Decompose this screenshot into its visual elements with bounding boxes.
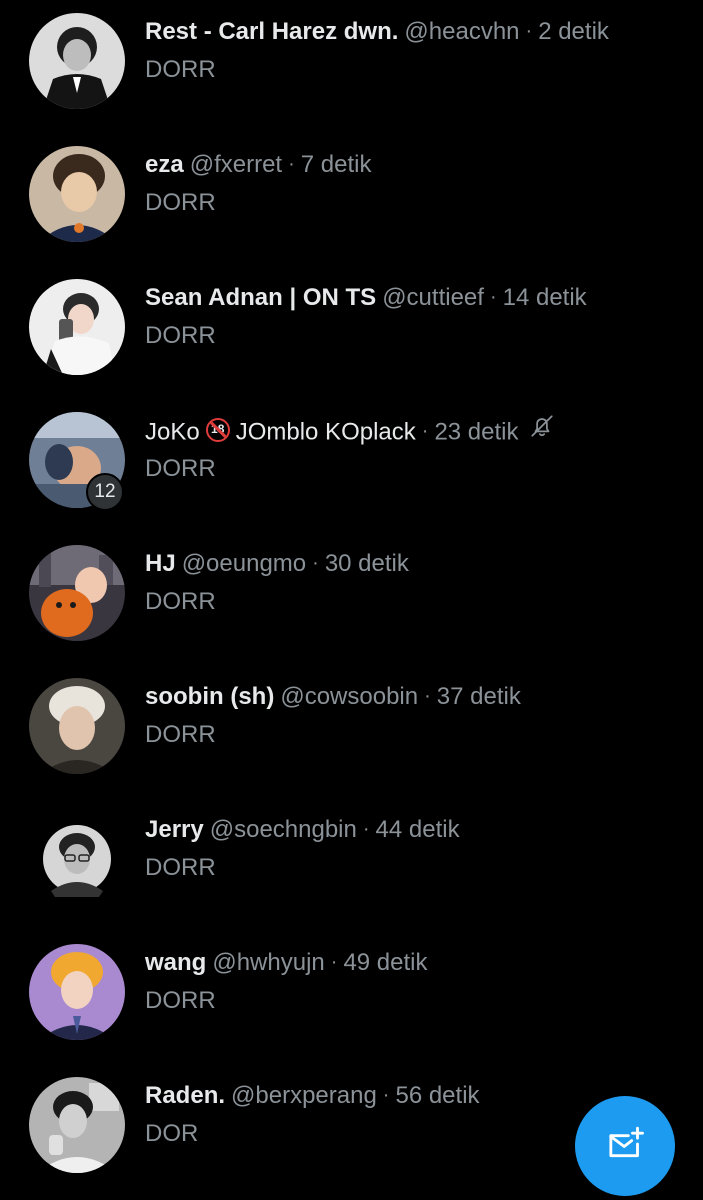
conversation-name: Jerry	[145, 816, 204, 843]
compose-message-button[interactable]	[575, 1096, 675, 1196]
conversation-time: 7 detik	[300, 151, 372, 178]
last-message: DORR	[145, 322, 216, 349]
conversation-row[interactable]: HJ @oeungmo · 30 detik DORR	[0, 532, 703, 665]
conversation-row[interactable]: Jerry @soechngbin · 44 detik DORR	[0, 798, 703, 931]
last-message: DORR	[145, 455, 216, 482]
avatar[interactable]	[29, 811, 125, 907]
group-name-suffix: JOmblo KOplack	[235, 418, 416, 446]
avatar[interactable]	[29, 146, 125, 242]
conversation-row-group[interactable]: JoKo 18 JOmblo KOplack · 23 detik DORR	[0, 399, 703, 532]
conversation-time: 37 detik	[436, 683, 521, 710]
conversation-handle: @cowsoobin	[280, 683, 419, 710]
member-count-badge: 12	[86, 473, 124, 511]
conversation-time: 49 detik	[343, 949, 428, 976]
last-message: DORR	[145, 987, 216, 1014]
avatar[interactable]	[29, 944, 125, 1040]
conversation-row[interactable]: Rest - Carl Harez dwn. @heacvhn · 2 detik D…	[0, 0, 703, 133]
conversation-time: 56 detik	[395, 1082, 480, 1109]
conversation-handle: @fxerret	[189, 151, 283, 178]
conversation-row[interactable]: Sean Adnan | ON TS @cuttieef · 14 detik DOR…	[0, 266, 703, 399]
conversation-name: eza	[145, 151, 184, 178]
bell-off-icon	[529, 413, 555, 447]
conversation-name: Rest - Carl Harez dwn.	[145, 18, 399, 45]
conversation-row[interactable]: eza @fxerret · 7 detik DORR	[0, 133, 703, 266]
separator-dot: ·	[421, 420, 429, 443]
conversation-handle: @berxperang	[231, 1082, 377, 1109]
avatar[interactable]	[29, 13, 125, 109]
conversation-handle: @oeungmo	[181, 550, 307, 577]
conversation-row[interactable]: wang @hwhyujn · 49 detik DORR	[0, 931, 703, 1064]
conversation-name: wang	[145, 949, 207, 976]
conversation-name: soobin (sh)	[145, 683, 275, 710]
last-message: DORR	[145, 189, 216, 216]
last-message: DOR	[145, 1120, 199, 1147]
avatar[interactable]	[29, 279, 125, 375]
conversation-handle: @cuttieef	[382, 284, 484, 311]
conversation-time: 14 detik	[502, 284, 587, 311]
conversation-handle: @soechngbin	[209, 816, 357, 843]
separator-dot: ·	[312, 552, 319, 574]
separator-dot: ·	[362, 818, 370, 840]
separator-dot: ·	[330, 951, 338, 973]
last-message: DORR	[145, 854, 216, 881]
conversation-time: 44 detik	[375, 816, 460, 843]
conversation-name: HJ	[145, 550, 176, 577]
conversation-handle: @hwhyujn	[212, 949, 325, 976]
avatar[interactable]	[29, 678, 125, 774]
separator-dot: ·	[424, 685, 431, 707]
conversation-time: 23 detik	[434, 418, 519, 446]
separator-dot: ·	[525, 20, 533, 42]
avatar[interactable]	[29, 1077, 125, 1173]
last-message: DORR	[145, 721, 216, 748]
conversation-name: Raden.	[145, 1082, 226, 1109]
conversation-name: Sean Adnan | ON TS	[145, 284, 377, 311]
separator-dot: ·	[382, 1084, 390, 1106]
group-name: JoKo	[145, 418, 200, 446]
adult-content-badge: 18	[205, 418, 230, 442]
conversation-row[interactable]: soobin (sh) @cowsoobin · 37 detik DORR	[0, 665, 703, 798]
last-message: DORR	[145, 588, 216, 615]
avatar[interactable]	[29, 545, 125, 641]
conversation-time: 2 detik	[538, 18, 609, 45]
separator-dot: ·	[288, 153, 295, 175]
conversation-time: 30 detik	[324, 550, 409, 577]
new-message-icon	[605, 1124, 645, 1169]
separator-dot: ·	[489, 286, 497, 308]
conversation-handle: @heacvhn	[404, 18, 520, 45]
last-message: DORR	[145, 56, 216, 83]
